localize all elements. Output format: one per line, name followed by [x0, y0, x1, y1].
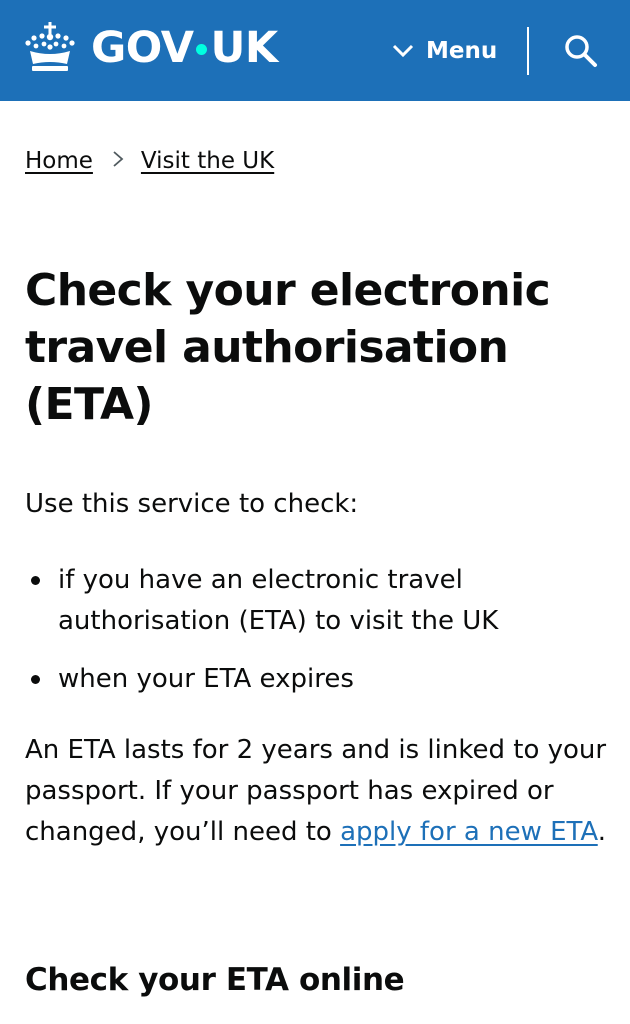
site-header: GOV UK Menu — [0, 0, 630, 101]
logo-wordmark: GOV UK — [91, 22, 278, 73]
menu-label: Menu — [426, 38, 498, 64]
header-divider — [527, 27, 529, 75]
bullet-dot — [31, 576, 40, 585]
list-item-text: when your ETA expires — [58, 664, 354, 694]
logo-dot — [196, 43, 208, 55]
logo-text-uk: UK — [210, 22, 278, 73]
govuk-logo-link[interactable]: GOV UK — [22, 18, 278, 78]
page-title: Check your electronic travel authorisati… — [25, 265, 551, 430]
paragraph-end: . — [597, 817, 606, 847]
list-item: when your ETA expires — [25, 659, 615, 700]
apply-new-eta-link[interactable]: apply for a new ETA — [340, 817, 598, 847]
section-heading: Check your ETA online — [25, 962, 405, 998]
menu-button[interactable]: Menu — [392, 28, 497, 74]
check-list: if you have an electronic travel authori… — [25, 560, 615, 717]
list-item: if you have an electronic travel authori… — [25, 560, 615, 642]
breadcrumb-separator — [109, 148, 127, 174]
breadcrumb-link-home[interactable]: Home — [25, 148, 93, 174]
eta-info-paragraph: An ETA lasts for 2 years and is linked t… — [25, 730, 615, 853]
intro-text: Use this service to check: — [25, 489, 359, 519]
search-icon — [565, 35, 597, 67]
list-item-text: if you have an electronic travel authori… — [58, 565, 499, 636]
bullet-dot — [31, 675, 40, 684]
chevron-down-icon — [392, 44, 414, 58]
search-button[interactable] — [560, 30, 602, 72]
breadcrumb: Home Visit the UK — [25, 148, 274, 174]
chevron-right-icon — [113, 151, 124, 167]
crown-icon — [25, 22, 75, 71]
breadcrumb-link-visit-the-uk[interactable]: Visit the UK — [141, 148, 274, 174]
logo-text-gov: GOV — [91, 22, 194, 73]
